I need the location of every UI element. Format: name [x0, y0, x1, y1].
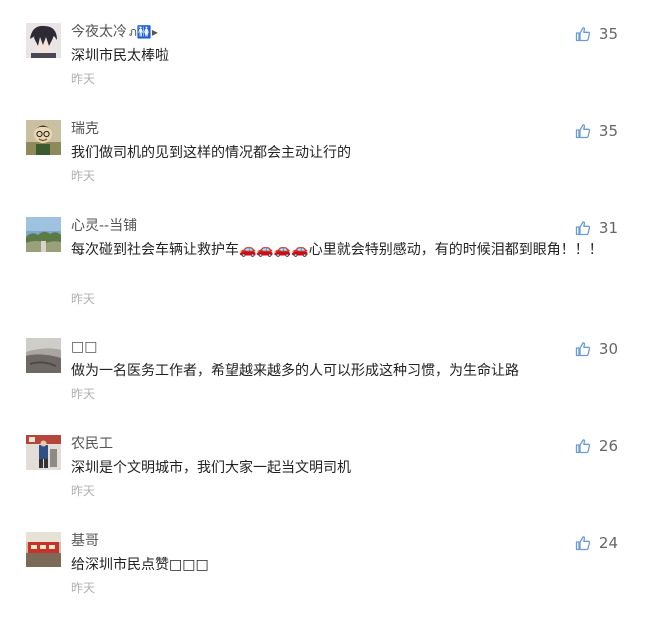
avatar-street-photo-icon: [26, 435, 61, 470]
like-button[interactable]: 30: [575, 339, 618, 359]
username-text: 今夜太冷: [71, 24, 127, 40]
user-avatar[interactable]: [26, 23, 61, 58]
thumbs-up-icon: [575, 438, 591, 454]
username[interactable]: 心灵--当铺: [71, 216, 139, 236]
thumbs-up-icon: [575, 341, 591, 357]
username[interactable]: 瑞克: [71, 119, 101, 139]
comment-text: 每次碰到社会车辆让救护车🚗🚗🚗🚗心里就会特别感动，有的时候泪都到眼角！！！: [71, 242, 603, 258]
like-button[interactable]: 31: [575, 218, 618, 238]
comment-time: 昨天: [71, 484, 96, 498]
username[interactable]: 今夜太冷 ภ🚻▸: [71, 22, 158, 42]
comment-list: 今夜太冷 ภ🚻▸ 深圳市民太棒啦 昨天 35 瑞克 我们做司机的见到这样的情况都…: [0, 0, 646, 606]
comment-time: 昨天: [71, 581, 96, 595]
user-avatar[interactable]: [26, 217, 61, 252]
like-button[interactable]: 24: [575, 533, 618, 553]
user-avatar[interactable]: [26, 435, 61, 470]
like-count: 30: [598, 340, 618, 358]
like-count: 35: [598, 122, 618, 140]
user-badge-icons: ภ🚻▸: [129, 25, 158, 39]
thumbs-up-icon: [575, 123, 591, 139]
comment-item: 心灵--当铺 每次碰到社会车辆让救护车🚗🚗🚗🚗心里就会特别感动，有的时候泪都到眼…: [0, 216, 646, 306]
username-text: 农民工: [71, 436, 113, 452]
avatar-gray-scene-icon: [26, 338, 61, 373]
username-text: 基哥: [71, 533, 99, 549]
like-count: 35: [598, 25, 618, 43]
comment-time: 昨天: [71, 169, 96, 183]
comment-text: 给深圳市民点赞□□□: [71, 557, 209, 573]
like-count: 24: [598, 534, 618, 552]
avatar-anime-boy-icon: [26, 23, 61, 58]
username-text: 心灵--当铺: [71, 218, 138, 234]
user-avatar[interactable]: [26, 532, 61, 567]
comment-time: 昨天: [71, 72, 96, 86]
comment-item: 今夜太冷 ภ🚻▸ 深圳市民太棒啦 昨天 35: [0, 22, 646, 112]
like-count: 31: [598, 219, 618, 237]
comment-time: 昨天: [71, 292, 96, 306]
like-button[interactable]: 35: [575, 24, 618, 44]
comment-text: 深圳是个文明城市，我们大家一起当文明司机: [71, 460, 351, 476]
username[interactable]: 基哥: [71, 531, 101, 551]
comment-time: 昨天: [71, 387, 96, 401]
like-button[interactable]: 35: [575, 121, 618, 141]
like-count: 26: [598, 437, 618, 455]
username[interactable]: □□: [71, 337, 99, 357]
avatar-red-banner-icon: [26, 532, 61, 567]
avatar-cartoon-icon: [26, 120, 61, 155]
comment-text: 深圳市民太棒啦: [71, 48, 169, 64]
username-text: 瑞克: [71, 121, 99, 137]
thumbs-up-icon: [575, 535, 591, 551]
comment-item: 瑞克 我们做司机的见到这样的情况都会主动让行的 昨天 35: [0, 119, 646, 209]
username-text: □□: [71, 339, 98, 355]
comment-item: 农民工 深圳是个文明城市，我们大家一起当文明司机 昨天 26: [0, 434, 646, 524]
comment-item: 基哥 给深圳市民点赞□□□ 昨天 24: [0, 531, 646, 621]
avatar-landscape-icon: [26, 217, 61, 252]
comment-text: 我们做司机的见到这样的情况都会主动让行的: [71, 145, 351, 161]
user-avatar[interactable]: [26, 338, 61, 373]
comment-text: 做为一名医务工作者，希望越来越多的人可以形成这种习惯，为生命让路: [71, 363, 519, 379]
thumbs-up-icon: [575, 26, 591, 42]
comment-item: □□ 做为一名医务工作者，希望越来越多的人可以形成这种习惯，为生命让路 昨天 3…: [0, 337, 646, 427]
thumbs-up-icon: [575, 220, 591, 236]
username[interactable]: 农民工: [71, 434, 115, 454]
like-button[interactable]: 26: [575, 436, 618, 456]
user-avatar[interactable]: [26, 120, 61, 155]
